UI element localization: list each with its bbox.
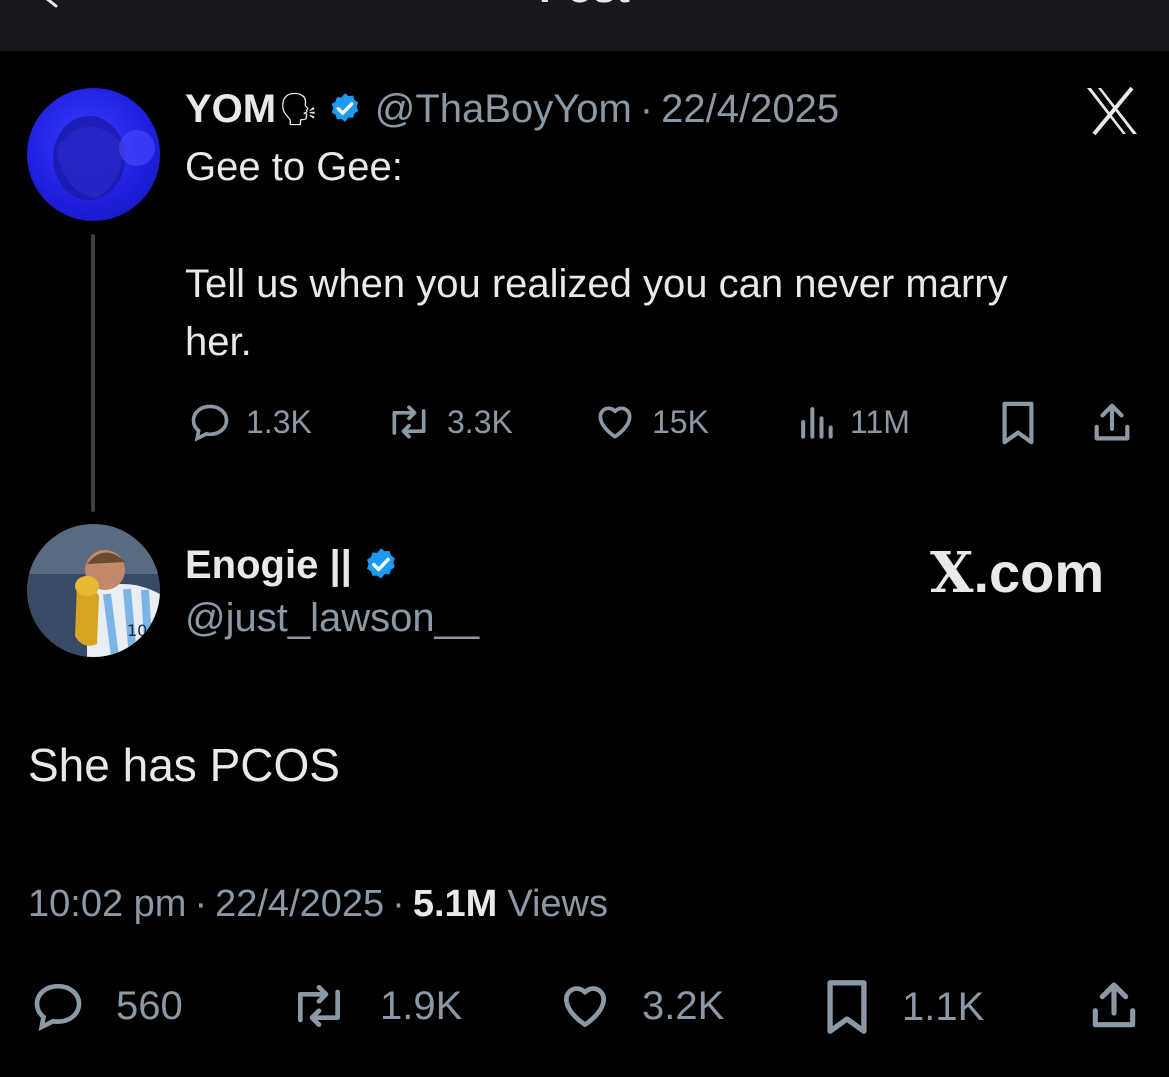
post-date[interactable]: 22/4/2025 bbox=[215, 883, 384, 926]
share-icon[interactable] bbox=[1088, 400, 1136, 446]
verified-badge-icon bbox=[331, 93, 358, 122]
heart-icon bbox=[598, 406, 632, 439]
views-button[interactable]: 11M bbox=[796, 400, 910, 444]
heart-icon bbox=[564, 986, 606, 1027]
author-handle[interactable]: @just_lawson__ bbox=[185, 596, 479, 641]
page-title: Post bbox=[0, 0, 1169, 12]
views-label: Views bbox=[507, 882, 608, 925]
separator-dot: · bbox=[639, 86, 654, 131]
thread-line bbox=[91, 234, 95, 512]
reply-count: 1.3K bbox=[246, 403, 312, 440]
verified-badge-icon bbox=[366, 548, 395, 579]
views-count: 11M bbox=[850, 403, 910, 440]
author-name[interactable]: YOM bbox=[185, 87, 276, 132]
like-button[interactable]: 3.2K bbox=[556, 978, 724, 1034]
like-button[interactable]: 15K bbox=[592, 400, 709, 444]
repost-count: 3.3K bbox=[447, 403, 513, 440]
reply-icon bbox=[34, 983, 82, 1032]
reply-button[interactable]: 1.3K bbox=[188, 400, 312, 444]
like-count: 3.2K bbox=[642, 983, 725, 1028]
repost-button[interactable]: 3.3K bbox=[385, 400, 513, 444]
tweet-text-line: Gee to Gee: bbox=[185, 145, 403, 189]
repost-icon bbox=[298, 985, 340, 1027]
bookmark-button[interactable]: 1.1K bbox=[822, 978, 984, 1036]
repost-icon bbox=[392, 405, 426, 439]
reply-button[interactable]: 560 bbox=[28, 978, 183, 1034]
x-letter: X bbox=[930, 540, 974, 606]
repost-button[interactable]: 1.9K bbox=[286, 978, 462, 1034]
x-logo-icon bbox=[1087, 86, 1137, 136]
separator-dot: · bbox=[194, 882, 208, 925]
timestamp-line: 10:02 pm · 22/4/2025 · 5.1M Views bbox=[28, 880, 608, 928]
share-icon[interactable] bbox=[1084, 978, 1144, 1034]
avatar[interactable] bbox=[27, 88, 160, 221]
bookmark-icon[interactable] bbox=[998, 400, 1038, 446]
svg-text:10: 10 bbox=[127, 621, 147, 640]
bookmark-count: 1.1K bbox=[902, 984, 985, 1029]
view-count: 5.1M bbox=[412, 882, 498, 925]
author-name[interactable]: Enogie || bbox=[185, 543, 352, 588]
avatar[interactable]: 10 bbox=[27, 524, 160, 657]
post-time[interactable]: 10:02 pm bbox=[28, 883, 186, 926]
x-com-watermark: X.com bbox=[930, 540, 1104, 606]
reply-count: 560 bbox=[116, 983, 183, 1028]
reply-icon bbox=[191, 404, 229, 442]
tweet-text-line: Tell us when you realized you can never … bbox=[185, 262, 1008, 306]
domain-suffix: .com bbox=[973, 541, 1105, 604]
speaking-head-emoji: 🗣 bbox=[278, 91, 319, 127]
views-chart-icon bbox=[801, 407, 833, 439]
quoted-header: YOM 🗣 @ThaBoyYom · 22/4/2025 bbox=[185, 84, 839, 134]
author-handle[interactable]: @ThaBoyYom bbox=[375, 87, 632, 132]
repost-count: 1.9K bbox=[380, 983, 463, 1028]
top-bar: Post bbox=[0, 0, 1169, 51]
bookmark-icon bbox=[827, 980, 867, 1034]
like-count: 15K bbox=[652, 403, 709, 440]
separator-dot: · bbox=[392, 882, 405, 925]
tweet-text-line: her. bbox=[185, 320, 252, 364]
post-date[interactable]: 22/4/2025 bbox=[661, 87, 839, 132]
reply-text: She has PCOS bbox=[28, 739, 340, 791]
reply-header: Enogie || bbox=[185, 540, 400, 590]
